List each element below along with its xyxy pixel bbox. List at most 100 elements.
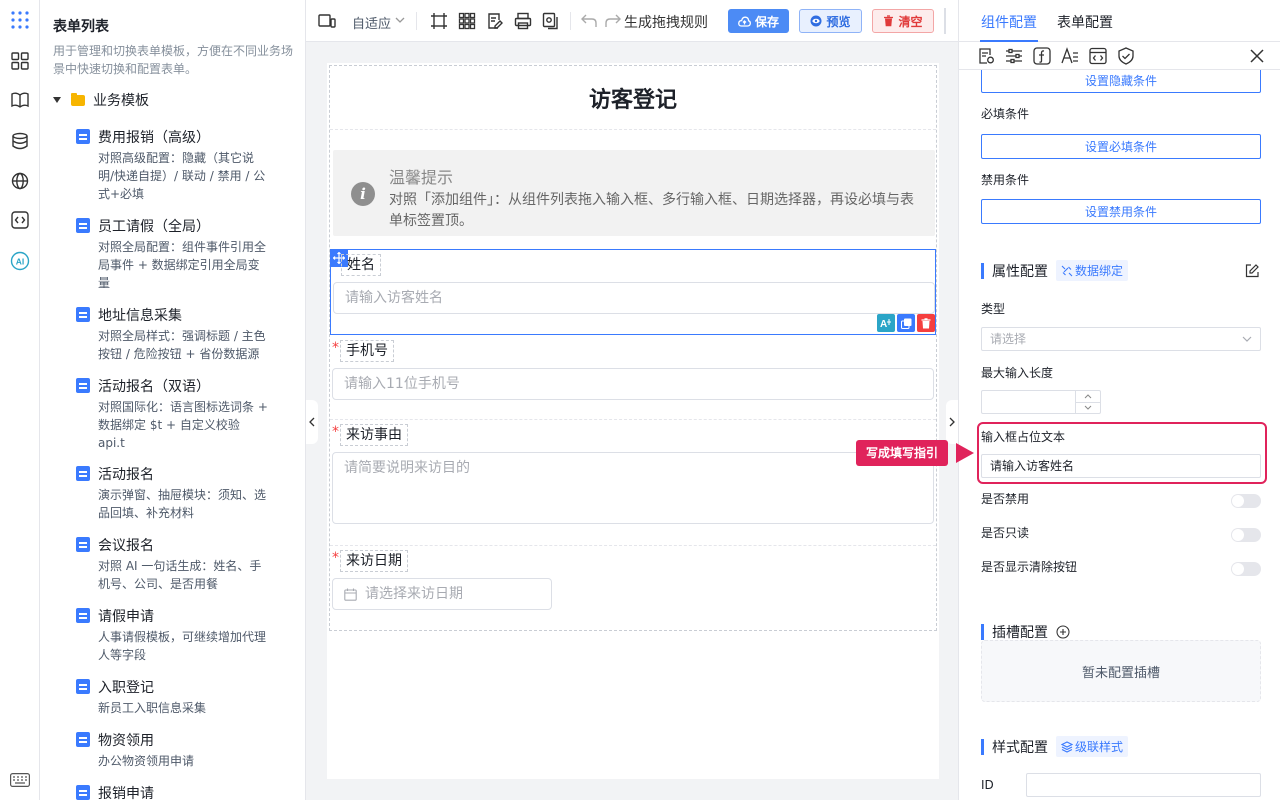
cascade-style-tag[interactable]: 级联样式 — [1056, 736, 1129, 757]
field-label: 来访日期 — [340, 550, 408, 572]
date-picker[interactable]: 请选择来访日期 — [332, 578, 552, 610]
collapse-right-button[interactable] — [946, 400, 958, 444]
shield-check-icon[interactable] — [1117, 47, 1135, 65]
tab-form-config[interactable]: 表单配置 — [1057, 12, 1113, 32]
ai-label: AI — [16, 257, 25, 267]
template-name: 活动报名 — [98, 467, 154, 483]
redo-icon[interactable] — [604, 12, 622, 30]
template-desc: 演示弹窗、抽屉模块：须知、选品回填、补充材料 — [98, 488, 267, 520]
components-icon[interactable] — [9, 50, 31, 72]
tab-component-config[interactable]: 组件配置 — [981, 12, 1037, 32]
required-mark: * — [332, 340, 339, 356]
form-title[interactable]: 访客登记 — [330, 66, 936, 130]
link-icon — [1061, 265, 1073, 276]
ai-icon[interactable]: AI — [9, 250, 31, 272]
edit-document-icon[interactable] — [486, 12, 504, 30]
keyboard-icon[interactable] — [9, 769, 31, 791]
template-desc: 新员工入职信息采集 — [98, 701, 207, 715]
folder-business-templates[interactable]: 业务模板 — [53, 90, 149, 110]
field-date[interactable]: * 来访日期 请选择来访日期 — [330, 546, 936, 630]
field-phone[interactable]: * 手机号 请输入11位手机号 — [330, 336, 936, 420]
reason-textarea[interactable]: 请简要说明来访目的 — [332, 452, 934, 524]
disabled-condition-label: 禁用条件 — [981, 173, 1030, 187]
required-mark: * — [332, 424, 339, 440]
template-copy-icon[interactable] — [542, 12, 560, 30]
maxlength-input[interactable] — [981, 390, 1101, 414]
template-name: 员工请假（全局） — [98, 219, 210, 235]
disabled-condition-button[interactable]: 设置禁用条件 — [981, 199, 1261, 224]
print-icon[interactable] — [514, 12, 532, 30]
template-name: 会议报名 — [98, 538, 154, 554]
collapse-left-button[interactable] — [306, 400, 318, 444]
cascade-style-label: 级联样式 — [1075, 740, 1124, 754]
document-settings-icon[interactable] — [977, 47, 995, 65]
template-desc: 人事请假模板，可继续增加代理人等字段 — [98, 630, 267, 662]
globe-icon[interactable] — [9, 170, 31, 192]
caret-down-icon — [53, 97, 61, 103]
slot-config-title: 插槽配置 — [992, 625, 1048, 641]
field-label: 手机号 — [340, 340, 394, 362]
cloud-icon — [738, 16, 751, 27]
required-condition-button[interactable]: 设置必填条件 — [981, 134, 1261, 159]
clearable-toggle[interactable] — [1231, 562, 1261, 576]
device-icon[interactable] — [318, 12, 336, 30]
template-name: 报销申请 — [98, 786, 154, 800]
fullscreen-icon[interactable] — [430, 12, 448, 30]
tip-title: 温馨提示 — [389, 168, 454, 187]
design-canvas-area: 访客登记 i 温馨提示 对照「添加组件」：从组件列表拖入输入框、多行输入框、日期… — [306, 42, 958, 800]
id-input[interactable] — [1026, 773, 1261, 797]
name-input[interactable]: 请输入访客姓名 — [333, 282, 935, 314]
close-icon[interactable] — [1249, 48, 1265, 64]
grid-icon[interactable] — [458, 12, 476, 30]
app-root: AI 表单列表 用于管理和切换表单模板，方便在不同业务场景中快速切换和配置表单。… — [0, 0, 1280, 800]
data-binding-tag[interactable]: 数据绑定 — [1056, 260, 1129, 281]
hidden-condition-button[interactable]: 设置隐藏条件 — [981, 68, 1261, 93]
template-name: 请假申请 — [98, 609, 154, 625]
sliders-icon[interactable] — [1005, 47, 1023, 65]
code-window-icon[interactable] — [1089, 47, 1107, 65]
document-icon — [76, 218, 90, 233]
number-stepper[interactable] — [1075, 391, 1101, 413]
chevron-left-icon — [309, 417, 315, 427]
field-reason[interactable]: * 来访事由 请简要说明来访目的 — [330, 420, 936, 546]
field-label: 姓名 — [341, 254, 381, 276]
copy-icon[interactable] — [897, 314, 915, 332]
tip-alert[interactable]: i 温馨提示 对照「添加组件」：从组件列表拖入输入框、多行输入框、日期选择器，再… — [333, 150, 935, 236]
template-desc: 对照高级配置：隐藏（其它说明/快递自提）/ 联动 / 禁用 / 公式+必填 — [98, 151, 266, 201]
document-icon — [76, 307, 90, 322]
clear-button[interactable]: 清空 — [872, 9, 934, 33]
i18n-icon[interactable]: A — [877, 314, 895, 332]
layout-mode-select[interactable]: 自适应 — [352, 13, 391, 32]
book-icon[interactable] — [9, 89, 31, 111]
disabled-toggle[interactable] — [1231, 494, 1261, 508]
function-icon[interactable] — [1033, 47, 1051, 65]
field-name[interactable]: 姓名 请输入访客姓名 A — [330, 249, 936, 335]
drag-rules-button[interactable]: 生成拖拽规则 — [624, 12, 708, 32]
add-circle-icon[interactable] — [1056, 625, 1070, 639]
code-icon[interactable] — [9, 209, 31, 231]
phone-input[interactable]: 请输入11位手机号 — [332, 368, 934, 400]
apps-grid-icon[interactable] — [9, 9, 31, 31]
delete-icon[interactable] — [917, 314, 935, 332]
type-select[interactable]: 请选择 — [981, 327, 1261, 351]
callout-arrow — [956, 443, 974, 463]
text-style-icon[interactable] — [1061, 47, 1079, 65]
template-name: 地址信息采集 — [98, 308, 182, 324]
slot-config-section: 插槽配置 — [981, 622, 1070, 642]
folder-label: 业务模板 — [93, 93, 149, 109]
undo-icon[interactable] — [580, 12, 598, 30]
save-label: 保存 — [754, 14, 779, 29]
clear-label: 清空 — [898, 14, 923, 29]
edit-icon[interactable] — [1245, 264, 1259, 278]
preview-label: 预览 — [826, 14, 851, 29]
type-placeholder: 请选择 — [990, 332, 1027, 346]
info-icon: i — [351, 182, 375, 206]
preview-button[interactable]: 预览 — [799, 9, 862, 33]
save-button[interactable]: 保存 — [728, 9, 789, 33]
readonly-toggle[interactable] — [1231, 528, 1261, 542]
section-bar — [981, 738, 984, 755]
document-icon — [76, 129, 90, 144]
database-icon[interactable] — [9, 130, 31, 152]
date-placeholder: 请选择来访日期 — [365, 586, 463, 602]
placeholder-input[interactable]: 请输入访客姓名 — [981, 454, 1261, 478]
